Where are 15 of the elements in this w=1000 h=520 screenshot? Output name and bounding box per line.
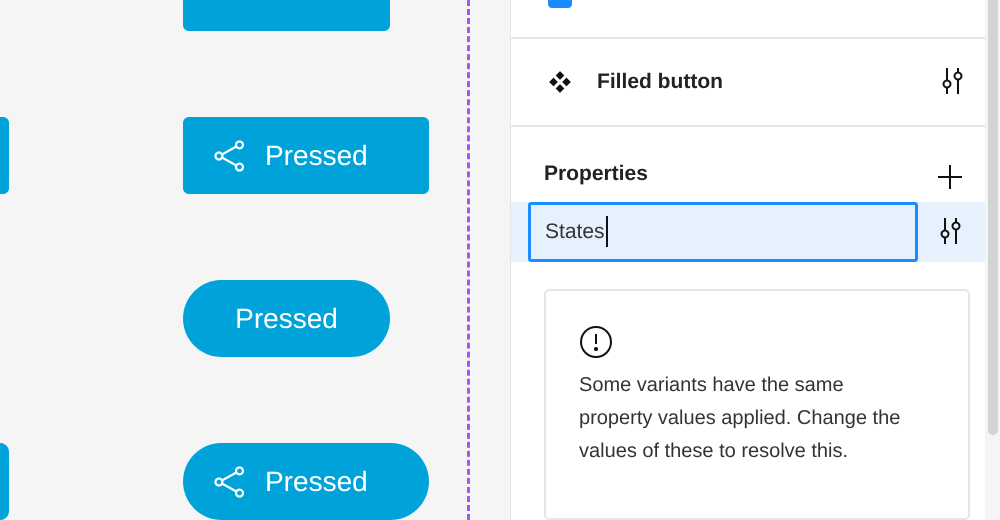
add-icon[interactable] (937, 164, 963, 190)
properties-title: Properties (544, 161, 649, 188)
partial-button[interactable] (0, 443, 9, 520)
clip-content-checkbox[interactable] (548, 0, 572, 8)
component-name: Filled button (597, 69, 724, 96)
pressed-button[interactable]: Pressed (183, 280, 390, 357)
pressed-button[interactable]: Pressed (183, 117, 429, 194)
property-name-field[interactable]: States (528, 202, 918, 262)
warning-icon (579, 324, 613, 359)
property-row[interactable]: States (511, 202, 985, 262)
pressed-button[interactable]: Pressed (183, 443, 429, 520)
warning-message: Some variants have the same property values applied. Change the values of these to resolve this. (579, 372, 902, 464)
scrollbar[interactable] (988, 0, 998, 435)
component-icon (547, 69, 573, 96)
partial-button[interactable] (0, 117, 9, 194)
